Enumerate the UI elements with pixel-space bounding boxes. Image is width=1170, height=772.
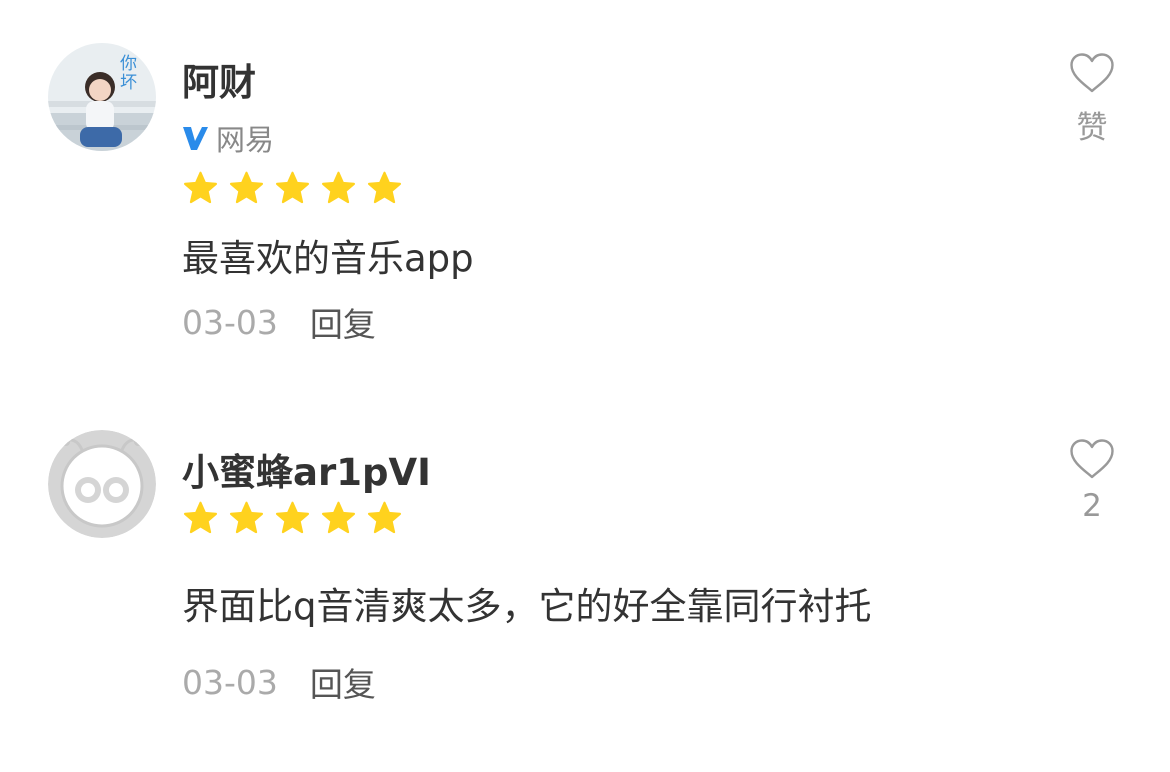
- svg-text:坏: 坏: [120, 73, 137, 93]
- verified-badge: 网易: [182, 118, 274, 158]
- star-icon: [368, 501, 401, 534]
- star-icon: [230, 501, 263, 534]
- default-bee-avatar-icon: [48, 430, 156, 538]
- heart-icon: [1070, 439, 1114, 479]
- like-count: 2: [1082, 488, 1102, 524]
- user-name[interactable]: 小蜜蜂ar1pVI: [182, 442, 431, 496]
- review-item: 小蜜蜂ar1pVI 界面比q音清爽太多，它的好全靠同行衬托 03-03 回复 2: [0, 380, 1170, 772]
- avatar[interactable]: 你 坏: [48, 43, 156, 151]
- review-content: 最喜欢的音乐app: [182, 237, 474, 280]
- review-item: 你 坏 阿财 网易 最喜欢的音乐app 03-03 回复 赞: [0, 0, 1170, 380]
- star-icon: [322, 171, 355, 204]
- review-meta: 03-03 回复: [182, 298, 376, 346]
- star-icon: [276, 171, 309, 204]
- reply-button[interactable]: 回复: [310, 658, 376, 706]
- avatar[interactable]: [48, 430, 156, 538]
- review-date: 03-03: [182, 302, 278, 342]
- review-date: 03-03: [182, 662, 278, 702]
- star-icon: [184, 501, 217, 534]
- star-icon: [276, 501, 309, 534]
- girl-photo-avatar-icon: 你 坏: [48, 43, 156, 151]
- svg-text:你: 你: [120, 54, 137, 74]
- review-meta: 03-03 回复: [182, 658, 376, 706]
- verified-v-icon: [183, 127, 208, 150]
- review-content: 界面比q音清爽太多，它的好全靠同行衬托: [182, 585, 872, 628]
- star-icon: [230, 171, 263, 204]
- star-icon: [322, 501, 355, 534]
- like-label: 赞: [1076, 110, 1108, 146]
- like-button[interactable]: 赞: [1062, 52, 1122, 147]
- star-rating: [182, 500, 403, 537]
- star-icon: [184, 171, 217, 204]
- verified-org: 网易: [216, 123, 275, 157]
- star-rating: [182, 170, 403, 207]
- reply-button[interactable]: 回复: [310, 298, 376, 346]
- user-name[interactable]: 阿财: [182, 52, 256, 106]
- star-icon: [368, 171, 401, 204]
- like-button[interactable]: 2: [1062, 438, 1122, 524]
- heart-icon: [1070, 53, 1114, 93]
